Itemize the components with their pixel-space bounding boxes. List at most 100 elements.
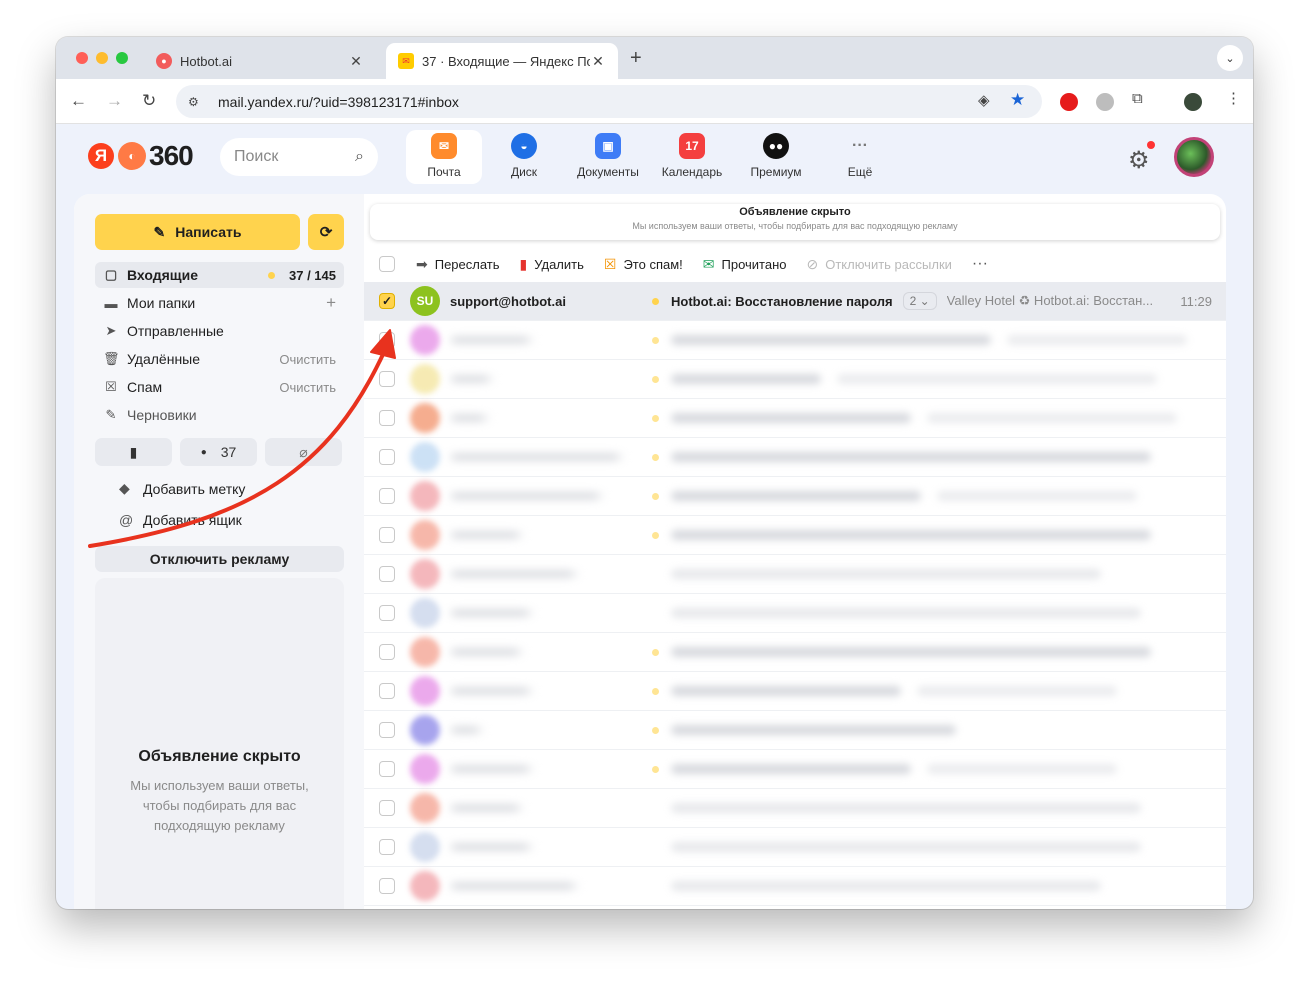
email-row-blurred[interactable] — [364, 828, 1226, 867]
row-checkbox[interactable] — [379, 449, 395, 465]
folder-trash[interactable]: 🗑 Удалённые Очистить — [95, 346, 344, 372]
forward-button[interactable]: ➡ Переслать — [416, 256, 500, 273]
minimize-window-button[interactable] — [96, 52, 108, 64]
folder-sent[interactable]: ➤ Отправленные — [95, 318, 344, 344]
unread-dot[interactable] — [652, 336, 659, 344]
row-checkbox[interactable] — [379, 878, 395, 894]
tab-hotbot[interactable]: ● Hotbot.ai ✕ — [144, 43, 376, 79]
yandex-360-logo[interactable]: Я ◐ 360 — [88, 140, 194, 172]
folder-inbox[interactable]: ▢ Входящие 37 / 145 — [95, 262, 344, 288]
email-row-blurred[interactable] — [364, 399, 1226, 438]
clear-spam-link[interactable]: Очистить — [279, 380, 344, 395]
email-row-blurred[interactable] — [364, 711, 1226, 750]
email-row-blurred[interactable] — [364, 594, 1226, 633]
clear-trash-link[interactable]: Очистить — [279, 352, 344, 367]
address-bar[interactable]: ⚙ mail.yandex.ru/?uid=398123171#inbox — [176, 85, 1042, 118]
disable-ads-button[interactable]: Отключить рекламу — [95, 546, 344, 572]
attachments-filter[interactable]: ⌀ — [265, 438, 342, 466]
more-actions-button[interactable]: ··· — [972, 255, 988, 273]
service-disk[interactable]: ◒ Диск — [482, 130, 566, 184]
unread-dot[interactable] — [652, 375, 659, 383]
mark-read-button[interactable]: ✉ Прочитано — [703, 256, 787, 273]
zoom-window-button[interactable] — [116, 52, 128, 64]
browser-menu-icon[interactable]: ⋮ — [1226, 89, 1241, 107]
unread-dot[interactable] — [652, 765, 659, 773]
email-row-blurred[interactable] — [364, 672, 1226, 711]
close-window-button[interactable] — [76, 52, 88, 64]
unread-dot[interactable] — [652, 531, 659, 539]
email-row-blurred[interactable] — [364, 867, 1226, 906]
bookmark-star-icon[interactable]: ★ — [1010, 90, 1025, 110]
email-row-blurred[interactable] — [364, 438, 1226, 477]
new-tab-icon[interactable]: + — [630, 47, 642, 70]
compose-button[interactable]: ✎ Написать — [95, 214, 300, 250]
unread-dot[interactable] — [652, 414, 659, 422]
email-row-selected[interactable]: ✓ SU support@hotbot.ai Hotbot.ai: Восста… — [364, 282, 1226, 321]
add-folder-icon[interactable]: + — [326, 293, 344, 313]
row-checkbox[interactable] — [379, 605, 395, 621]
email-row-blurred[interactable] — [364, 477, 1226, 516]
row-checkbox[interactable] — [379, 722, 395, 738]
unread-dot[interactable] — [652, 687, 659, 695]
row-checkbox[interactable] — [379, 371, 395, 387]
add-mailbox-link[interactable]: @ Добавить ящик — [119, 512, 242, 528]
unread-dot[interactable] — [652, 297, 659, 305]
unread-dot[interactable] — [652, 492, 659, 500]
row-checkbox[interactable] — [379, 566, 395, 582]
extensions-puzzle-icon[interactable]: ⧉ — [1132, 90, 1143, 107]
row-checkbox[interactable]: ✓ — [379, 293, 395, 309]
bookmarked-filter[interactable]: ▮ — [95, 438, 172, 466]
opera-extension-icon[interactable] — [1060, 93, 1078, 111]
globe-extension-icon[interactable] — [1096, 93, 1114, 111]
folder-my-folders[interactable]: ▬ Мои папки + — [95, 290, 344, 316]
thread-count-badge[interactable]: 2 ⌄ — [902, 292, 937, 310]
email-row-blurred[interactable] — [364, 360, 1226, 399]
service-calendar[interactable]: 17 Календарь — [650, 130, 734, 184]
tab-search-icon[interactable]: ⌄ — [1217, 45, 1243, 71]
settings-gear-icon[interactable]: ⚙ — [1128, 146, 1150, 175]
search-icon[interactable]: ⌕ — [355, 148, 364, 166]
row-checkbox[interactable] — [379, 488, 395, 504]
service-mail[interactable]: ✉ Почта — [406, 130, 482, 184]
row-checkbox[interactable] — [379, 527, 395, 543]
spam-button[interactable]: ☒ Это спам! — [604, 256, 683, 273]
close-tab-icon[interactable]: ✕ — [590, 53, 606, 70]
row-checkbox[interactable] — [379, 410, 395, 426]
row-checkbox[interactable] — [379, 683, 395, 699]
tab-yandex-mail[interactable]: ✉ 37 · Входящие — Яндекс По ✕ — [386, 43, 618, 79]
email-row-blurred[interactable] — [364, 633, 1226, 672]
user-avatar[interactable] — [1174, 137, 1214, 177]
unsubscribe-button[interactable]: ⊘ Отключить рассылки — [807, 256, 952, 273]
service-premium[interactable]: ●● Премиум — [734, 130, 818, 184]
email-row-blurred[interactable] — [364, 750, 1226, 789]
email-row-blurred[interactable] — [364, 516, 1226, 555]
row-checkbox[interactable] — [379, 644, 395, 660]
folder-spam[interactable]: ☒ Спам Очистить — [95, 374, 344, 400]
email-row-blurred[interactable] — [364, 555, 1226, 594]
folder-drafts[interactable]: ✎ Черновики — [95, 402, 344, 428]
email-row-blurred[interactable] — [364, 789, 1226, 828]
unread-dot[interactable] — [652, 726, 659, 734]
row-checkbox[interactable] — [379, 761, 395, 777]
select-all-checkbox[interactable] — [379, 256, 395, 272]
unread-dot[interactable] — [652, 648, 659, 656]
service-documents[interactable]: ▣ Документы — [566, 130, 650, 184]
row-checkbox[interactable] — [379, 839, 395, 855]
add-label-link[interactable]: ◆ Добавить метку — [119, 480, 245, 497]
refresh-button[interactable]: ⟳ — [308, 214, 344, 250]
site-settings-icon[interactable]: ⚙ — [188, 95, 206, 109]
service-more[interactable]: ··· Ещё — [818, 130, 902, 184]
unread-dot[interactable] — [652, 453, 659, 461]
row-checkbox[interactable] — [379, 800, 395, 816]
search-input[interactable]: Поиск ⌕ — [220, 138, 378, 176]
profile-icon[interactable] — [1184, 93, 1202, 111]
close-tab-icon[interactable]: ✕ — [348, 53, 364, 70]
forward-icon[interactable]: → — [106, 91, 123, 111]
reload-icon[interactable]: ↻ — [142, 91, 156, 111]
unread-filter[interactable]: ● 37 — [180, 438, 257, 466]
translate-icon[interactable]: ◈ — [978, 91, 990, 109]
email-row-blurred[interactable] — [364, 321, 1226, 360]
delete-button[interactable]: ▮ Удалить — [520, 256, 584, 273]
back-icon[interactable]: ← — [70, 91, 87, 111]
row-checkbox[interactable] — [379, 332, 395, 348]
